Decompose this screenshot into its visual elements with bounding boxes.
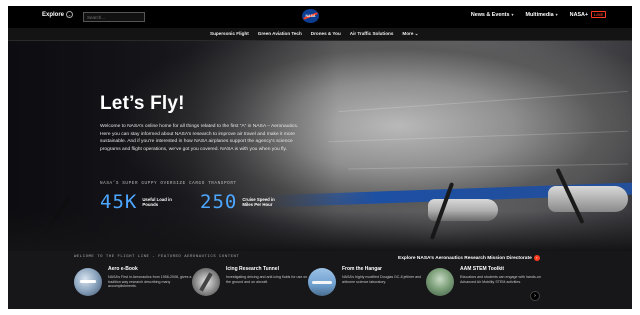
card-title: Aero e-Book bbox=[108, 266, 138, 272]
chevron-right-icon: › bbox=[534, 293, 536, 299]
carousel-next-button[interactable]: › bbox=[530, 291, 540, 301]
airplane-icon bbox=[80, 280, 96, 283]
top-nav-right: News & Events ▾ Multimedia ▾ NASA+ LIVE bbox=[471, 11, 606, 18]
nav-news-events-label: News & Events bbox=[470, 12, 510, 18]
stat-cruise-speed: 250 Cruise Speed in Miles Per Hour bbox=[200, 191, 286, 213]
search-input[interactable] bbox=[83, 12, 145, 22]
nav-news-events[interactable]: News & Events ▾ bbox=[471, 12, 514, 18]
nasa-logo[interactable]: NASA bbox=[302, 9, 319, 23]
live-badge: LIVE bbox=[591, 11, 606, 18]
airplane-icon bbox=[312, 281, 332, 284]
top-navigation: Explore ⌄ NASA News & Events▾ Multimedia… bbox=[8, 6, 632, 28]
featured-content: WELCOME TO THE FLIGHT LINE – FEATURED AE… bbox=[8, 251, 632, 309]
stat-value: 250 bbox=[200, 191, 238, 213]
fuselage-panel-line bbox=[348, 163, 628, 170]
card-thumbnail bbox=[192, 268, 220, 296]
nav-multimedia[interactable]: Multimedia ▾ bbox=[526, 12, 558, 18]
featured-eyebrow: WELCOME TO THE FLIGHT LINE – FEATURED AE… bbox=[74, 255, 240, 259]
hero-bottom-fade bbox=[8, 211, 632, 251]
card-thumbnail bbox=[426, 268, 454, 296]
stat-label: Useful Load in Pounds bbox=[142, 196, 172, 208]
armd-link-label: Explore NASA’s Aeronautics Research Miss… bbox=[398, 256, 532, 261]
hero-intro: Welcome to NASA’s online home for all th… bbox=[100, 124, 299, 152]
card-title: AAM STEM Toolkit bbox=[460, 266, 505, 272]
nav-nasa-plus[interactable]: NASA+ LIVE bbox=[569, 11, 606, 18]
card-description: Educators and students can engage with h… bbox=[460, 275, 541, 284]
subnav-green-aviation-tech[interactable]: Green Aviation Tech bbox=[258, 31, 302, 37]
explore-menu[interactable]: Explore bbox=[42, 12, 64, 18]
card-from-the-hangar[interactable]: From the Hangar NASA’s highly modified D… bbox=[308, 266, 426, 300]
hero-section: Let’s Fly! Welcome to NASA’s online home… bbox=[8, 41, 632, 251]
card-description: Investigating deicing and anti-icing flu… bbox=[226, 275, 308, 284]
card-description: NASA’s First in Aeronautics from 1958-20… bbox=[108, 275, 192, 289]
card-thumbnail bbox=[308, 268, 336, 296]
hero-title: Let’s Fly! bbox=[100, 93, 185, 114]
armd-link[interactable]: Explore NASA’s Aeronautics Research Miss… bbox=[398, 255, 540, 261]
stat-useful-load: 45K Useful Load in Pounds bbox=[100, 191, 186, 213]
subnav-air-traffic-solutions[interactable]: Air Traffic Solutions bbox=[350, 31, 394, 37]
aeronautics-subnav: Supersonic Flight Green Aviation Tech Dr… bbox=[8, 28, 632, 41]
subnav-drones-you[interactable]: Drones & You bbox=[311, 31, 341, 37]
card-icing-tunnel[interactable]: Icing Research Tunnel Investigating deic… bbox=[192, 266, 310, 300]
card-aero-ebook[interactable]: Aero e-Book NASA’s First in Aeronautics … bbox=[74, 266, 192, 300]
chevron-down-icon: ⌄ bbox=[414, 31, 419, 36]
subnav-more[interactable]: More ⌄ bbox=[402, 31, 418, 37]
chevron-down-icon: ▾ bbox=[511, 12, 514, 17]
card-title: From the Hangar bbox=[342, 266, 383, 272]
nav-nasa-plus-label: NASA+ bbox=[569, 12, 589, 18]
subnav-supersonic-flight[interactable]: Supersonic Flight bbox=[210, 31, 249, 37]
subnav-more-label: More bbox=[402, 31, 414, 36]
propeller-icon bbox=[199, 272, 213, 292]
chevron-down-icon: ▾ bbox=[555, 12, 558, 17]
fuselage-panel-line bbox=[338, 90, 628, 113]
card-title: Icing Research Tunnel bbox=[226, 266, 279, 272]
chevron-down-icon[interactable]: ⌄ bbox=[66, 11, 73, 18]
fuselage-panel-line bbox=[328, 130, 628, 143]
arrow-right-icon: › bbox=[533, 255, 540, 261]
stat-value: 45K bbox=[100, 191, 138, 213]
nav-multimedia-label: Multimedia bbox=[525, 12, 554, 18]
hero-eyebrow: NASA’S SUPER GUPPY OVERSIZE CARGO TRANSP… bbox=[100, 181, 237, 186]
card-aam-stem-toolkit[interactable]: AAM STEM Toolkit Educators and students … bbox=[426, 266, 544, 300]
logo-wordmark: NASA bbox=[305, 14, 316, 18]
card-description: NASA’s highly modified Douglas DC-8 jetl… bbox=[342, 275, 422, 284]
engine-nacelle bbox=[548, 186, 628, 212]
page-frame: Explore ⌄ NASA News & Events▾ Multimedia… bbox=[8, 6, 632, 309]
stat-label: Cruise Speed in Miles Per Hour bbox=[242, 196, 275, 208]
card-thumbnail bbox=[74, 268, 102, 296]
